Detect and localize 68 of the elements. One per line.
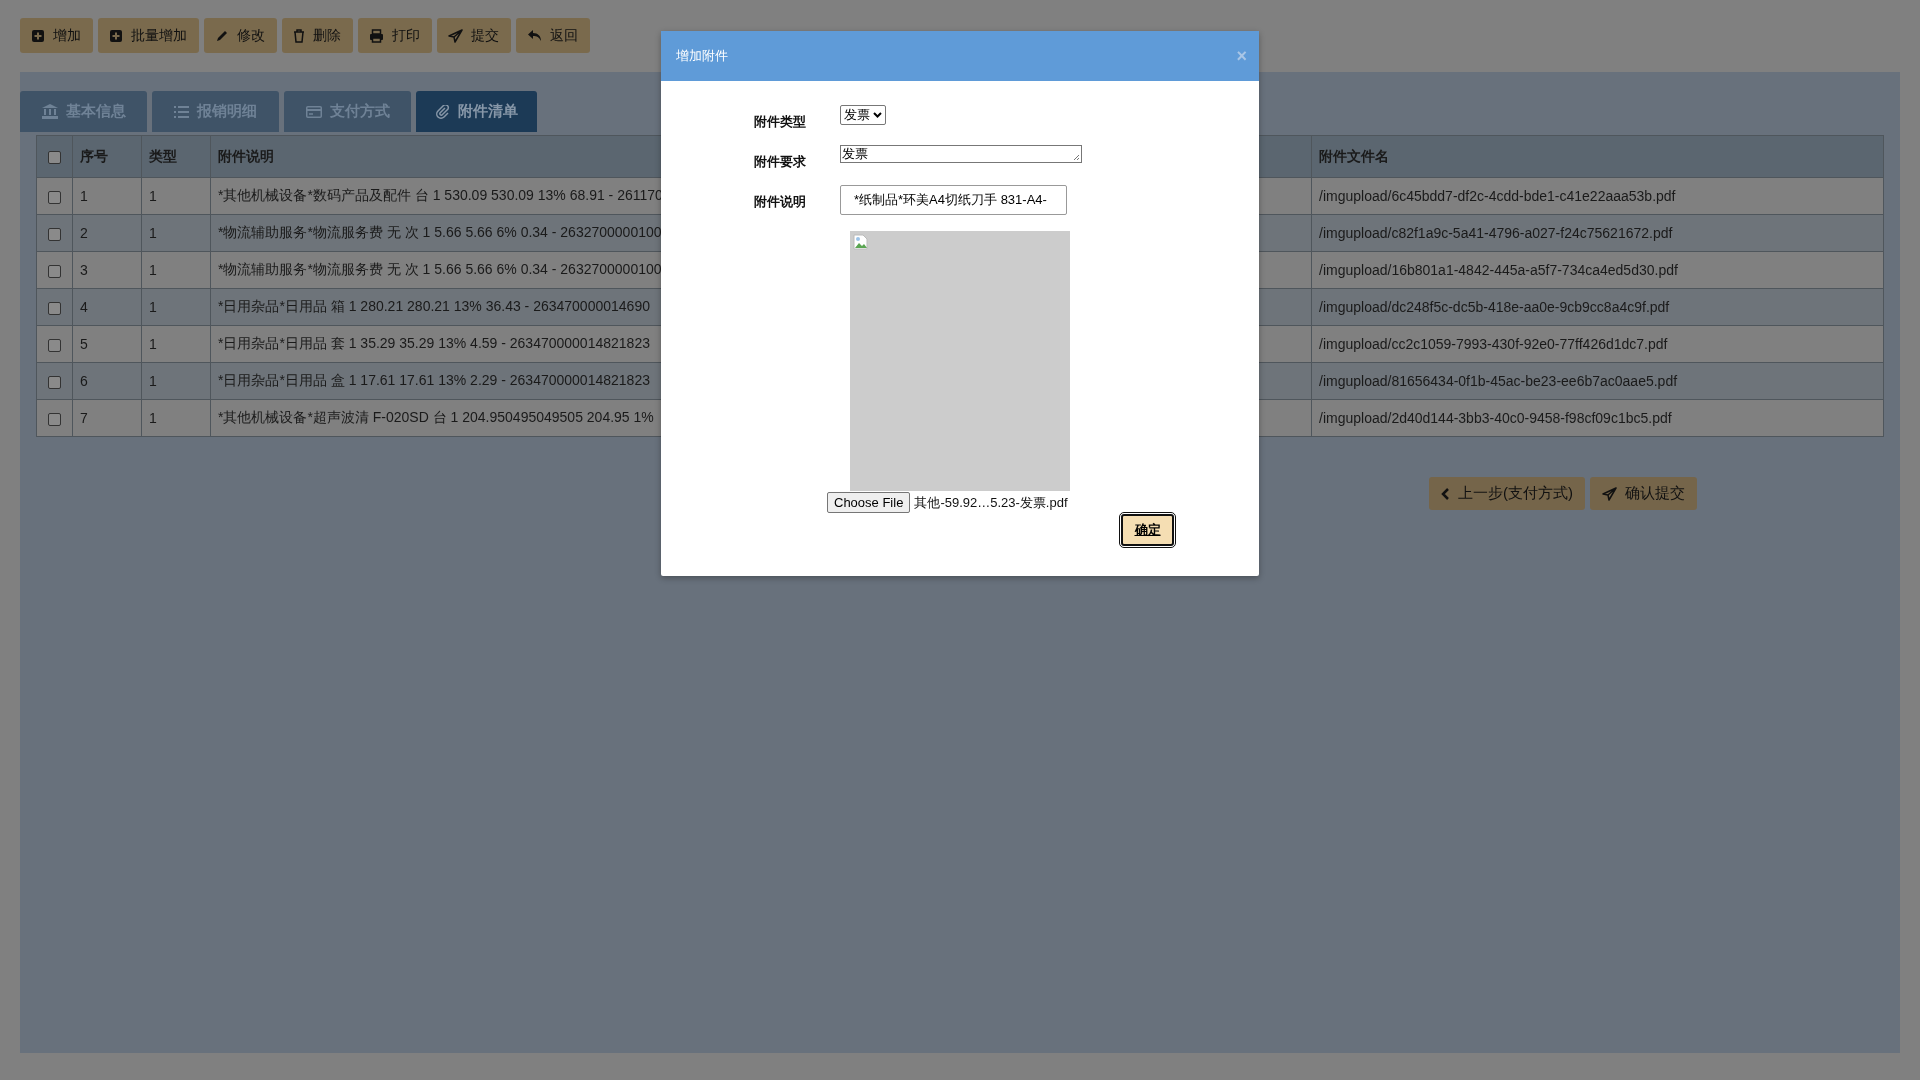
field-label: 附件要求 <box>754 153 807 171</box>
table-cell: /imgupload/2d40d144-3bb3-40c0-9458-f98cf09c1bc5.pdf <box>1311 399 1884 437</box>
list-icon <box>174 105 189 118</box>
table-cell: 2 <box>72 214 142 252</box>
toolbar-button[interactable]: 提交 <box>437 18 511 53</box>
caret-icon <box>873 112 882 118</box>
requirement-field[interactable]: 发票 <box>840 145 1082 163</box>
checkbox[interactable] <box>48 301 61 315</box>
table-cell: /imgupload/c82f1a9c-5a41-4796-a027-f24c75621672.pdf <box>1311 214 1884 252</box>
table-cell: /imgupload/6c45bdd7-df2c-4cdd-bde1-c41e22aaa53b.pdf <box>1311 177 1884 215</box>
checkbox[interactable] <box>48 151 61 165</box>
paper-plane-icon <box>1602 486 1617 501</box>
toolbar-button[interactable]: 增加 <box>20 18 93 53</box>
table-cell: 1 <box>141 288 211 326</box>
toolbar-button[interactable]: 删除 <box>282 18 353 53</box>
choose-file-button[interactable]: Choose File <box>827 492 911 513</box>
trash-icon <box>293 28 305 43</box>
table-cell: 1 <box>141 251 211 289</box>
printer-icon <box>369 28 384 43</box>
paperclip-icon <box>435 104 450 119</box>
table-cell: 7 <box>72 399 142 437</box>
table-cell: /imgupload/16b801a1-4842-445a-a5f7-734ca4ed5d30.pdf <box>1311 251 1884 289</box>
table-cell: 1 <box>141 325 211 363</box>
table-cell: /imgupload/81656434-0f1b-45ac-be23-ee6b7ac0aae5.pdf <box>1311 362 1884 400</box>
table-cell: 1 <box>141 214 211 252</box>
resize-grip-icon <box>1073 154 1080 161</box>
tab[interactable]: 附件清单 <box>416 91 537 132</box>
reply-arrow-icon <box>527 28 542 43</box>
toolbar-button[interactable]: 打印 <box>358 18 432 53</box>
field-label: 附件说明 <box>754 193 807 211</box>
checkbox[interactable] <box>48 264 61 278</box>
type-select[interactable]: 发票 <box>840 105 886 125</box>
table-cell: /imgupload/cc2c1059-7993-430f-92e0-77ff426d1dc7.pdf <box>1311 325 1884 363</box>
plus-square-icon <box>109 28 123 43</box>
table-cell: 1 <box>141 362 211 400</box>
pencil-icon <box>215 28 229 43</box>
plus-square-icon <box>31 28 45 43</box>
table-cell: 1 <box>72 177 142 215</box>
table-cell: 1 <box>141 399 211 437</box>
credit-card-icon <box>305 105 322 118</box>
checkbox[interactable] <box>48 338 61 352</box>
column-header: 类型 <box>141 135 211 178</box>
toolbar-button[interactable]: 返回 <box>516 18 590 53</box>
checkbox[interactable] <box>48 375 61 389</box>
field-label: 附件类型 <box>754 113 807 131</box>
description-field[interactable]: *纸制品*环美A4切纸刀手 831-A4- <box>840 185 1067 215</box>
checkbox[interactable] <box>48 412 61 426</box>
table-cell: 1 <box>141 177 211 215</box>
checkbox[interactable] <box>48 190 61 204</box>
table-cell: 3 <box>72 251 142 289</box>
nav-button[interactable]: 确认提交 <box>1590 477 1697 510</box>
chevron-left-icon <box>1441 486 1450 501</box>
paper-plane-icon <box>448 28 463 43</box>
bank-icon <box>41 104 58 119</box>
toolbar-button[interactable]: 修改 <box>204 18 277 53</box>
toolbar-button[interactable]: 批量增加 <box>98 18 199 53</box>
table-cell: 4 <box>72 288 142 326</box>
table-cell: /imgupload/dc248f5c-dc5b-418e-aa0e-9cb9cc8a4c9f.pdf <box>1311 288 1884 326</box>
broken-image-icon <box>853 234 869 250</box>
column-header: 附件文件名 <box>1311 135 1884 178</box>
table-cell: 5 <box>72 325 142 363</box>
dialog-title: 增加附件 <box>676 47 728 65</box>
nav-button[interactable]: 上一步(支付方式) <box>1429 477 1585 510</box>
checkbox[interactable] <box>48 227 61 241</box>
column-header: 序号 <box>72 135 142 178</box>
file-name: 其他-59.92…5.23-发票.pdf <box>914 493 1068 512</box>
table-cell: 6 <box>72 362 142 400</box>
confirm-button[interactable]: 确定 <box>1121 514 1174 546</box>
